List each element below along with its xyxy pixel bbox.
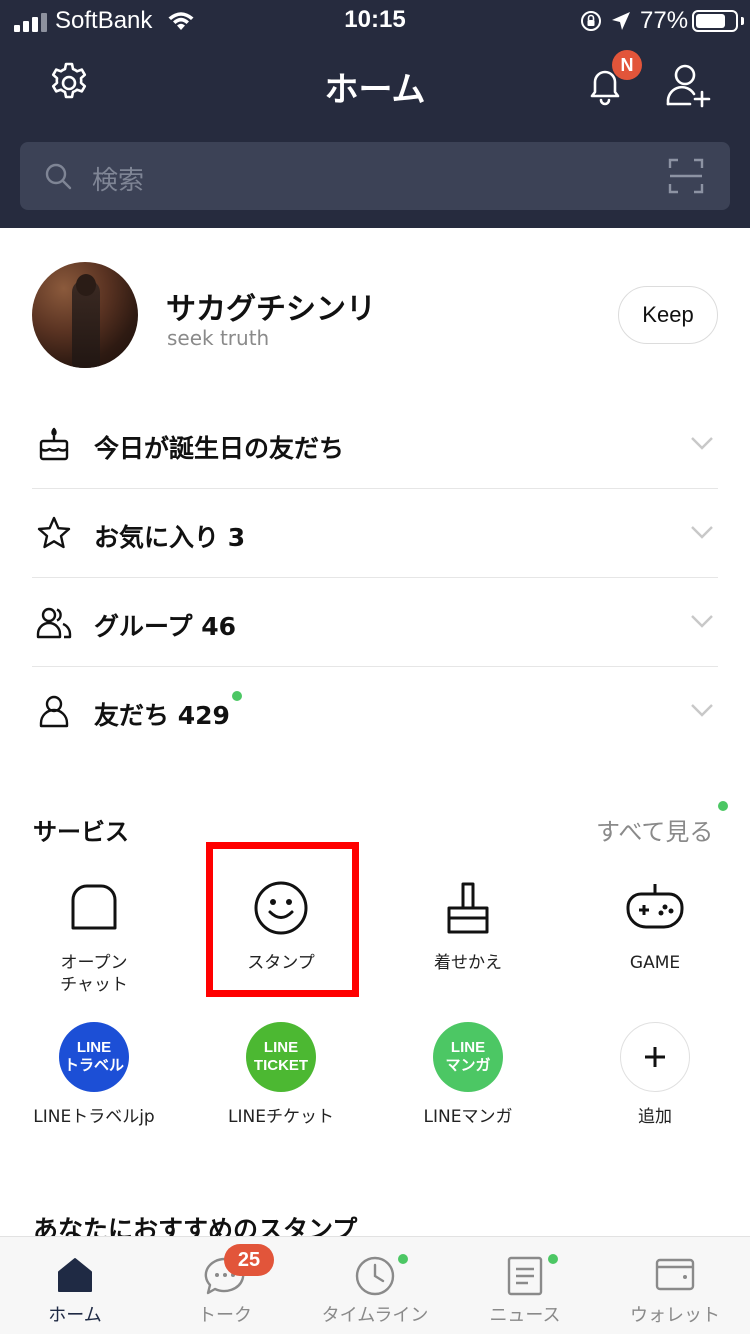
tab-timeline[interactable]: タイムライン (300, 1237, 450, 1334)
star-icon (37, 516, 71, 549)
service-add[interactable]: 追加 (570, 1022, 740, 1132)
service-line-manga[interactable]: LINE マンガ LINEマンガ (383, 1022, 553, 1132)
tab-label: ホーム (48, 1305, 102, 1326)
chevron-down-icon (691, 437, 713, 450)
clock-icon (355, 1256, 395, 1296)
chevron-down-icon (691, 526, 713, 539)
home-icon (58, 1258, 92, 1292)
highlight-box (206, 842, 359, 997)
service-label: LINEトラベルjp (33, 1107, 155, 1127)
service-game[interactable]: GAME (570, 880, 740, 980)
list-row-label: 今日が誕生日の友だち (94, 434, 345, 463)
battery-icon (692, 10, 738, 32)
notification-badge: N (612, 50, 642, 80)
battery-cap (741, 17, 744, 25)
service-label: 着せかえ (434, 953, 502, 973)
search-input[interactable]: 検索 (20, 142, 730, 210)
keep-button[interactable]: Keep (618, 286, 718, 344)
service-label: LINEマンガ (423, 1107, 513, 1127)
status-bar: SoftBank 10:15 77% (0, 0, 750, 40)
location-arrow-icon (612, 12, 630, 30)
search-placeholder: 検索 (92, 166, 145, 196)
chevron-down-icon (691, 615, 713, 628)
service-label: LINEチケット (228, 1107, 334, 1127)
birthday-cake-icon (39, 427, 69, 461)
list-row-label: お気に入り 3 (94, 523, 246, 552)
add-friend-icon[interactable] (664, 62, 714, 108)
clock-time: 10:15 (344, 6, 406, 33)
service-line-travel[interactable]: LINE トラベル LINEトラベルjp (9, 1022, 179, 1132)
service-label: オープン チャット (60, 953, 128, 995)
new-indicator-dot (718, 801, 728, 811)
tab-label: タイムライン (321, 1305, 429, 1326)
service-label: 追加 (638, 1107, 672, 1127)
service-line-ticket[interactable]: LINE TICKET LINEチケット (196, 1022, 366, 1132)
tab-label: ニュース (489, 1305, 561, 1326)
list-row-friends[interactable]: 友だち 429 (32, 667, 718, 756)
service-themes[interactable]: 着せかえ (383, 880, 553, 980)
orientation-lock-icon (581, 11, 601, 31)
profile-status-message: seek truth (167, 326, 270, 350)
search-icon (45, 163, 72, 190)
gamepad-icon (626, 884, 684, 929)
list-row-label: グループ 46 (94, 612, 236, 641)
tab-news[interactable]: ニュース (450, 1237, 600, 1334)
chevron-down-icon (691, 704, 713, 717)
unread-talk-badge: 25 (224, 1244, 274, 1276)
new-indicator-dot (548, 1254, 558, 1264)
list-row-birthdays[interactable]: 今日が誕生日の友だち (32, 400, 718, 489)
qr-scan-icon[interactable] (668, 158, 704, 194)
line-manga-icon: LINE マンガ (433, 1022, 503, 1092)
avatar-head (76, 274, 96, 296)
line-ticket-icon: LINE TICKET (246, 1022, 316, 1092)
line-travel-icon: LINE トラベル (59, 1022, 129, 1092)
plus-icon (620, 1022, 690, 1092)
app-header: SoftBank 10:15 77% ホーム N 検索 (0, 0, 750, 228)
person-icon (39, 695, 69, 728)
news-icon (507, 1256, 543, 1296)
group-icon (36, 607, 72, 639)
profile-name[interactable]: サカグチシンリ (166, 284, 376, 328)
avatar[interactable] (32, 262, 138, 368)
brush-icon (447, 882, 489, 934)
services-title: サービス (33, 818, 129, 846)
tab-bar: ホーム トーク タイムライン ニュース ウォレット (0, 1236, 750, 1334)
list-row-label: 友だち 429 (94, 701, 230, 730)
new-indicator-dot (398, 1254, 408, 1264)
list-row-groups[interactable]: グループ 46 (32, 578, 718, 667)
battery-percent: 77% (640, 7, 689, 34)
battery-level-fill (696, 14, 726, 28)
list-row-favorites[interactable]: お気に入り 3 (32, 489, 718, 578)
new-indicator-dot (232, 691, 242, 701)
tab-label: トーク (198, 1305, 252, 1326)
tab-label: ウォレット (630, 1305, 720, 1326)
service-open-chat[interactable]: オープン チャット (9, 880, 179, 1000)
open-chat-icon (71, 884, 117, 930)
tab-home[interactable]: ホーム (0, 1237, 150, 1334)
tab-wallet[interactable]: ウォレット (600, 1237, 750, 1334)
wallet-icon (655, 1258, 695, 1291)
service-label: GAME (629, 953, 681, 973)
see-all-link[interactable]: すべて見る (596, 812, 713, 847)
